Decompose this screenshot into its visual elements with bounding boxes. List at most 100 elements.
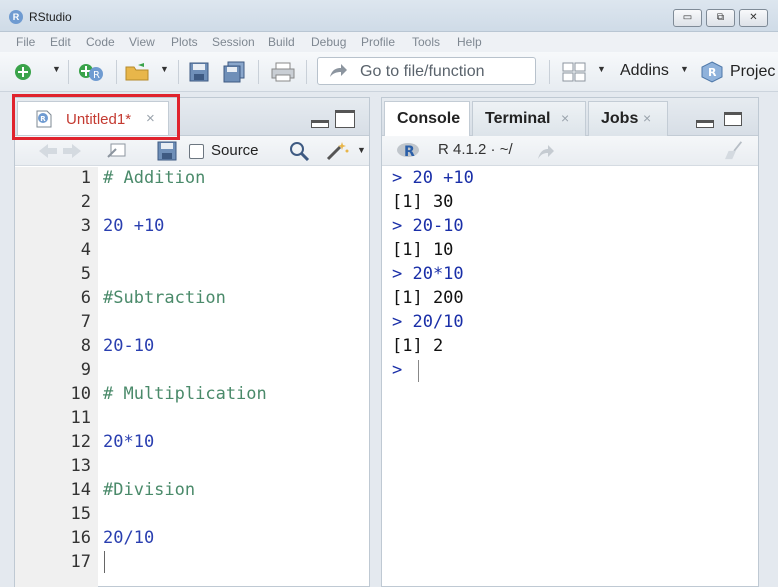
menu-plots[interactable]: Plots bbox=[171, 35, 198, 49]
open-folder-icon[interactable] bbox=[124, 61, 154, 83]
project-icon[interactable]: R bbox=[700, 61, 724, 83]
line-number: 14 bbox=[70, 480, 91, 500]
minimize-pane-icon[interactable] bbox=[311, 120, 329, 128]
console-command-line: > 20*10 bbox=[392, 264, 464, 284]
svg-text:R: R bbox=[404, 144, 415, 159]
menu-build[interactable]: Build bbox=[268, 35, 295, 49]
restore-pane-icon[interactable] bbox=[724, 112, 742, 126]
rstudio-logo-icon: R bbox=[9, 10, 23, 24]
minimize-button[interactable]: ▭ bbox=[673, 9, 702, 27]
go-to-directory-icon[interactable] bbox=[536, 142, 556, 162]
code-line[interactable]: 20/10 bbox=[103, 528, 154, 548]
open-dropdown-icon[interactable]: ▼ bbox=[160, 64, 169, 74]
menu-profile[interactable]: Profile bbox=[361, 35, 395, 49]
close-tab-icon[interactable]: × bbox=[561, 110, 569, 126]
line-number: 3 bbox=[80, 216, 91, 236]
source-on-save-checkbox[interactable] bbox=[189, 144, 204, 159]
tab-console-label: Console bbox=[397, 110, 461, 127]
search-icon[interactable] bbox=[289, 141, 311, 161]
line-number: 16 bbox=[70, 528, 91, 548]
line-number: 8 bbox=[80, 336, 91, 356]
console-output-line: [1] 200 bbox=[392, 288, 464, 308]
panes-dropdown-icon[interactable]: ▼ bbox=[597, 64, 606, 74]
save-icon[interactable] bbox=[188, 61, 210, 83]
workspace-panes-icon[interactable] bbox=[562, 61, 586, 83]
code-line[interactable]: # Addition bbox=[103, 168, 205, 188]
svg-text:R: R bbox=[93, 70, 100, 81]
new-file-icon[interactable] bbox=[12, 61, 34, 83]
print-icon[interactable] bbox=[270, 61, 296, 83]
console-output-line: [1] 10 bbox=[392, 240, 454, 260]
maximize-pane-icon[interactable] bbox=[335, 110, 355, 128]
console-command-line: > 20/10 bbox=[392, 312, 464, 332]
console-header: R R 4.1.2 · ~/ bbox=[382, 136, 758, 166]
menu-file[interactable]: File bbox=[16, 35, 35, 49]
editor-toolbar: Source ▼ bbox=[15, 136, 369, 166]
menu-debug[interactable]: Debug bbox=[311, 35, 346, 49]
title-bar: R RStudio ▭ ⧉ ✕ bbox=[0, 0, 778, 32]
minimize-pane-icon[interactable] bbox=[696, 120, 714, 128]
go-to-file-function-input[interactable]: Go to file/function bbox=[317, 57, 536, 85]
main-toolbar: ▼ R ▼ Go to file/function ▼ Addins ▼ R P… bbox=[0, 52, 778, 92]
toolbar-separator bbox=[178, 60, 179, 84]
text-cursor bbox=[104, 551, 105, 573]
highlight-annotation bbox=[12, 94, 180, 140]
code-tools-wand-icon[interactable] bbox=[325, 141, 351, 161]
line-number: 6 bbox=[80, 288, 91, 308]
menu-bar: File Edit Code View Plots Session Build … bbox=[0, 32, 778, 52]
console-output-line: [1] 2 bbox=[392, 336, 444, 356]
tab-jobs[interactable]: Jobs × bbox=[588, 101, 668, 136]
close-tab-icon[interactable]: × bbox=[643, 110, 651, 126]
project-menu[interactable]: Projec bbox=[730, 63, 775, 81]
menu-tools[interactable]: Tools bbox=[412, 35, 440, 49]
menu-code[interactable]: Code bbox=[86, 35, 115, 49]
toolbar-separator bbox=[549, 60, 550, 84]
line-number: 4 bbox=[80, 240, 91, 260]
addins-dropdown-icon[interactable]: ▼ bbox=[680, 64, 689, 74]
tab-terminal-label: Terminal bbox=[485, 110, 551, 127]
code-line[interactable]: 20*10 bbox=[103, 432, 154, 452]
tab-console[interactable]: Console bbox=[384, 101, 470, 136]
code-tools-dropdown-icon[interactable]: ▼ bbox=[357, 145, 366, 155]
new-file-dropdown-icon[interactable]: ▼ bbox=[52, 64, 61, 74]
console-command-line: > bbox=[392, 360, 403, 380]
menu-view[interactable]: View bbox=[129, 35, 155, 49]
console-command-line: > 20 +10 bbox=[392, 168, 474, 188]
console-output-line: [1] 30 bbox=[392, 192, 454, 212]
source-on-save-label: Source bbox=[211, 142, 259, 159]
r-language-icon: R bbox=[397, 143, 419, 159]
go-to-arrow-icon bbox=[330, 64, 347, 77]
save-all-icon[interactable] bbox=[222, 61, 248, 83]
svg-text:R: R bbox=[708, 66, 717, 79]
line-number: 2 bbox=[80, 192, 91, 212]
line-number: 11 bbox=[70, 408, 91, 428]
go-to-placeholder: Go to file/function bbox=[360, 63, 485, 80]
line-number: 15 bbox=[70, 504, 91, 524]
code-line[interactable]: #Division bbox=[103, 480, 195, 500]
menu-session[interactable]: Session bbox=[212, 35, 255, 49]
line-number: 12 bbox=[70, 432, 91, 452]
code-line[interactable]: 20-10 bbox=[103, 336, 154, 356]
line-number: 7 bbox=[80, 312, 91, 332]
close-button[interactable]: ✕ bbox=[739, 9, 768, 27]
tab-terminal[interactable]: Terminal × bbox=[472, 101, 586, 136]
code-line[interactable]: #Subtraction bbox=[103, 288, 226, 308]
toolbar-separator bbox=[116, 60, 117, 84]
new-project-icon[interactable]: R bbox=[78, 61, 106, 83]
toolbar-separator bbox=[258, 60, 259, 84]
rstudio-window: R RStudio ▭ ⧉ ✕ File Edit Code View Plot… bbox=[0, 0, 778, 587]
menu-edit[interactable]: Edit bbox=[50, 35, 71, 49]
maximize-button[interactable]: ⧉ bbox=[706, 9, 735, 27]
back-forward-icon[interactable] bbox=[37, 141, 83, 161]
menu-help[interactable]: Help bbox=[457, 35, 482, 49]
code-line[interactable]: 20 +10 bbox=[103, 216, 164, 236]
console-command-line: > 20-10 bbox=[392, 216, 464, 236]
line-number: 10 bbox=[70, 384, 91, 404]
addins-menu[interactable]: Addins bbox=[620, 62, 669, 80]
code-line[interactable]: # Multiplication bbox=[103, 384, 267, 404]
window-title: RStudio bbox=[29, 10, 72, 24]
show-in-window-icon[interactable] bbox=[105, 141, 129, 161]
console-pane: Console Terminal × Jobs × R R 4.1.2 · ~/ bbox=[381, 97, 759, 587]
save-icon[interactable] bbox=[157, 141, 177, 161]
clear-console-broom-icon[interactable] bbox=[722, 140, 748, 160]
